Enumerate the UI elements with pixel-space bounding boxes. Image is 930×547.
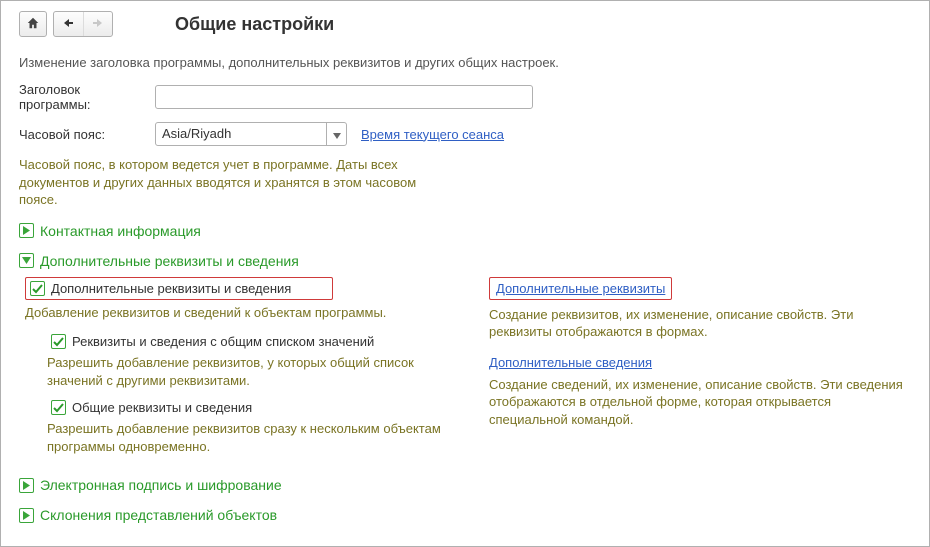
expand-icon bbox=[19, 478, 34, 493]
section-label: Склонения представлений объектов bbox=[40, 507, 277, 523]
common-label: Общие реквизиты и сведения bbox=[72, 400, 252, 415]
additional-columns: Дополнительные реквизиты и сведения Доба… bbox=[19, 277, 911, 464]
arrow-right-icon bbox=[92, 17, 104, 32]
shared-list-hint: Разрешить добавление реквизитов, у котор… bbox=[47, 354, 459, 389]
back-button[interactable] bbox=[54, 12, 83, 36]
collapse-icon bbox=[19, 253, 34, 268]
additional-left-col: Дополнительные реквизиты и сведения Доба… bbox=[19, 277, 459, 464]
home-icon bbox=[26, 16, 40, 33]
page-title: Общие настройки bbox=[175, 14, 334, 35]
additional-main-checkbox-row: Дополнительные реквизиты и сведения bbox=[25, 277, 333, 300]
program-title-row: Заголовок программы: bbox=[19, 82, 911, 112]
requisites-hint: Создание реквизитов, их изменение, описа… bbox=[489, 306, 909, 341]
info-hint: Создание сведений, их изменение, описани… bbox=[489, 376, 909, 429]
common-checkbox[interactable] bbox=[51, 400, 66, 415]
timezone-dropdown-button[interactable] bbox=[326, 123, 346, 145]
shared-list-checkbox[interactable] bbox=[51, 334, 66, 349]
common-checkbox-row: Общие реквизиты и сведения bbox=[47, 397, 459, 418]
additional-main-checkbox[interactable] bbox=[30, 281, 45, 296]
toolbar: Общие настройки bbox=[19, 11, 911, 37]
timezone-row: Часовой пояс: Asia/Riyadh Время текущего… bbox=[19, 122, 911, 146]
section-digital-signature[interactable]: Электронная подпись и шифрование bbox=[19, 477, 911, 493]
additional-right-col: Дополнительные реквизиты Создание реквиз… bbox=[489, 277, 911, 464]
chevron-down-icon bbox=[333, 127, 341, 142]
timezone-value: Asia/Riyadh bbox=[156, 123, 326, 145]
expand-icon bbox=[19, 223, 34, 238]
timezone-hint: Часовой пояс, в котором ведется учет в п… bbox=[19, 156, 439, 209]
arrow-left-icon bbox=[62, 17, 74, 32]
section-declensions[interactable]: Склонения представлений объектов bbox=[19, 507, 911, 523]
section-additional-props[interactable]: Дополнительные реквизиты и сведения bbox=[19, 253, 911, 269]
page-description: Изменение заголовка программы, дополните… bbox=[19, 55, 911, 70]
additional-requisites-link[interactable]: Дополнительные реквизиты bbox=[496, 281, 665, 296]
timezone-combo[interactable]: Asia/Riyadh bbox=[155, 122, 347, 146]
shared-list-label: Реквизиты и сведения с общим списком зна… bbox=[72, 334, 374, 349]
section-label: Контактная информация bbox=[40, 223, 201, 239]
section-label: Электронная подпись и шифрование bbox=[40, 477, 282, 493]
nav-buttons bbox=[53, 11, 113, 37]
common-hint: Разрешить добавление реквизитов сразу к … bbox=[47, 420, 459, 455]
additional-main-label: Дополнительные реквизиты и сведения bbox=[51, 281, 291, 296]
additional-main-hint: Добавление реквизитов и сведений к объек… bbox=[25, 304, 445, 322]
session-time-link[interactable]: Время текущего сеанса bbox=[361, 127, 504, 142]
timezone-label: Часовой пояс: bbox=[19, 127, 155, 142]
additional-info-link-row: Дополнительные сведения bbox=[489, 355, 911, 370]
expand-icon bbox=[19, 508, 34, 523]
forward-button[interactable] bbox=[83, 12, 113, 36]
program-title-label: Заголовок программы: bbox=[19, 82, 155, 112]
shared-list-checkbox-row: Реквизиты и сведения с общим списком зна… bbox=[47, 331, 459, 352]
additional-requisites-link-box: Дополнительные реквизиты bbox=[489, 277, 672, 300]
home-button[interactable] bbox=[19, 11, 47, 37]
section-label: Дополнительные реквизиты и сведения bbox=[40, 253, 299, 269]
program-title-input[interactable] bbox=[155, 85, 533, 109]
section-contact-info[interactable]: Контактная информация bbox=[19, 223, 911, 239]
sub-block-shared-list: Реквизиты и сведения с общим списком зна… bbox=[47, 331, 459, 455]
additional-info-link[interactable]: Дополнительные сведения bbox=[489, 355, 652, 370]
